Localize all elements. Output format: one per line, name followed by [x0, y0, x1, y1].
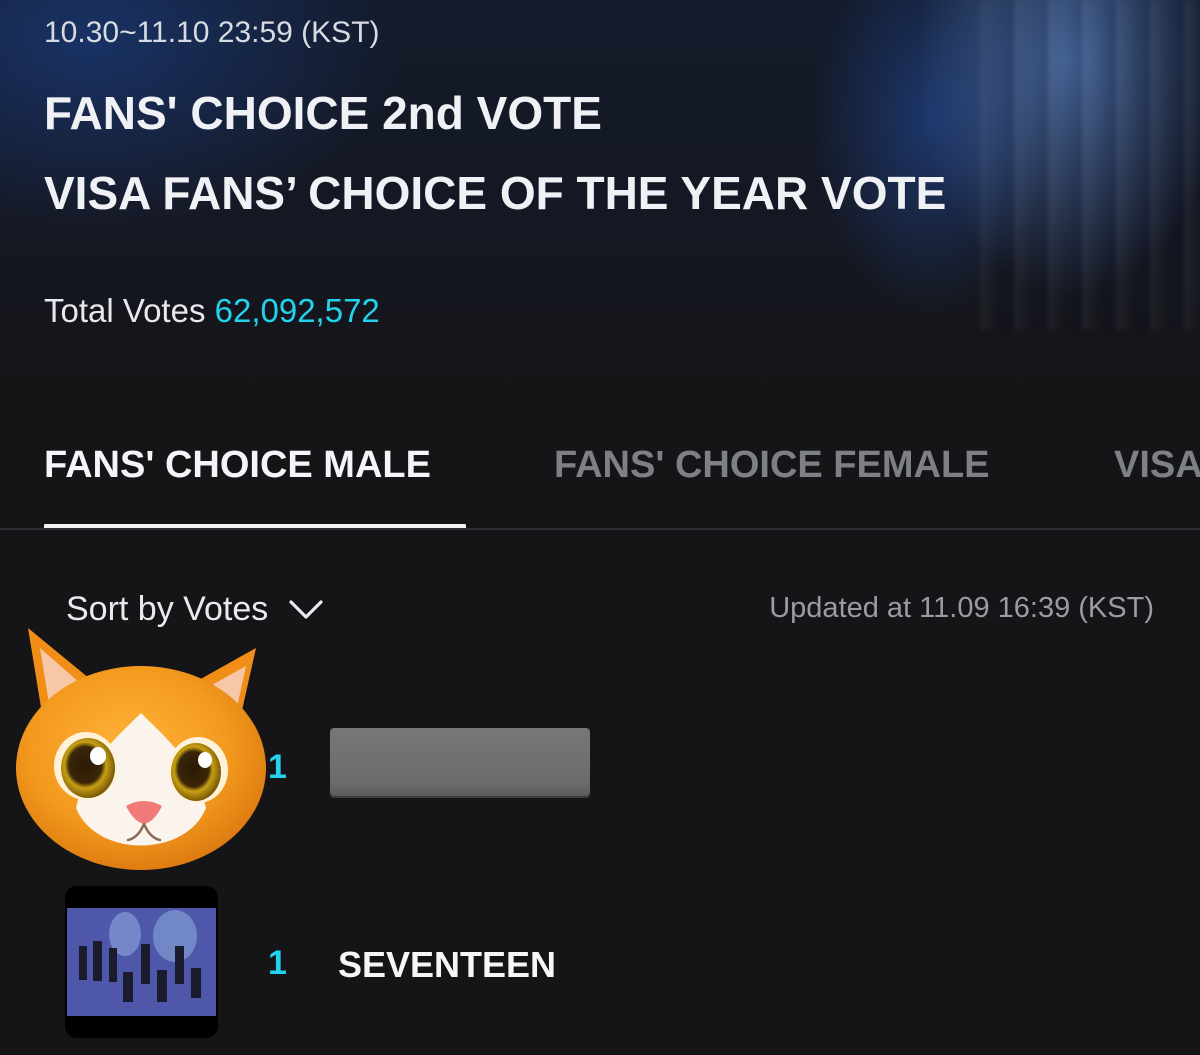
tabs-divider: [0, 528, 1200, 530]
updated-timestamp: Updated at 11.09 16:39 (KST): [769, 592, 1154, 624]
page-subtitle: VISA FANS’ CHOICE OF THE YEAR VOTE: [44, 167, 947, 219]
tab-visa[interactable]: VISA: [1114, 444, 1200, 487]
rank-number: 1: [268, 944, 287, 982]
rank-number: 1: [268, 748, 287, 786]
artist-name[interactable]: SEVENTEEN: [338, 944, 556, 986]
category-tabs: FANS' CHOICE MALE FANS' CHOICE FEMALE VI…: [0, 440, 1200, 530]
vote-date-range: 10.30~11.10 23:59 (KST): [44, 16, 380, 49]
tab-fans-choice-male[interactable]: FANS' CHOICE MALE: [44, 444, 431, 487]
hero-banner: 10.30~11.10 23:59 (KST) FANS' CHOICE 2nd…: [0, 0, 1200, 400]
page-title: FANS' CHOICE 2nd VOTE: [44, 87, 602, 139]
stage-light-decoration: [980, 0, 1200, 330]
total-votes-label: Total Votes: [44, 292, 206, 329]
chevron-down-icon: [289, 600, 323, 619]
total-votes: Total Votes 62,092,572: [44, 292, 380, 330]
redacted-name-box: [330, 728, 590, 796]
tab-fans-choice-female[interactable]: FANS' CHOICE FEMALE: [554, 444, 990, 487]
total-votes-value: 62,092,572: [214, 292, 380, 329]
cat-emoji-sticker: [16, 628, 266, 870]
group-photo-thumbnail[interactable]: [65, 886, 218, 1038]
